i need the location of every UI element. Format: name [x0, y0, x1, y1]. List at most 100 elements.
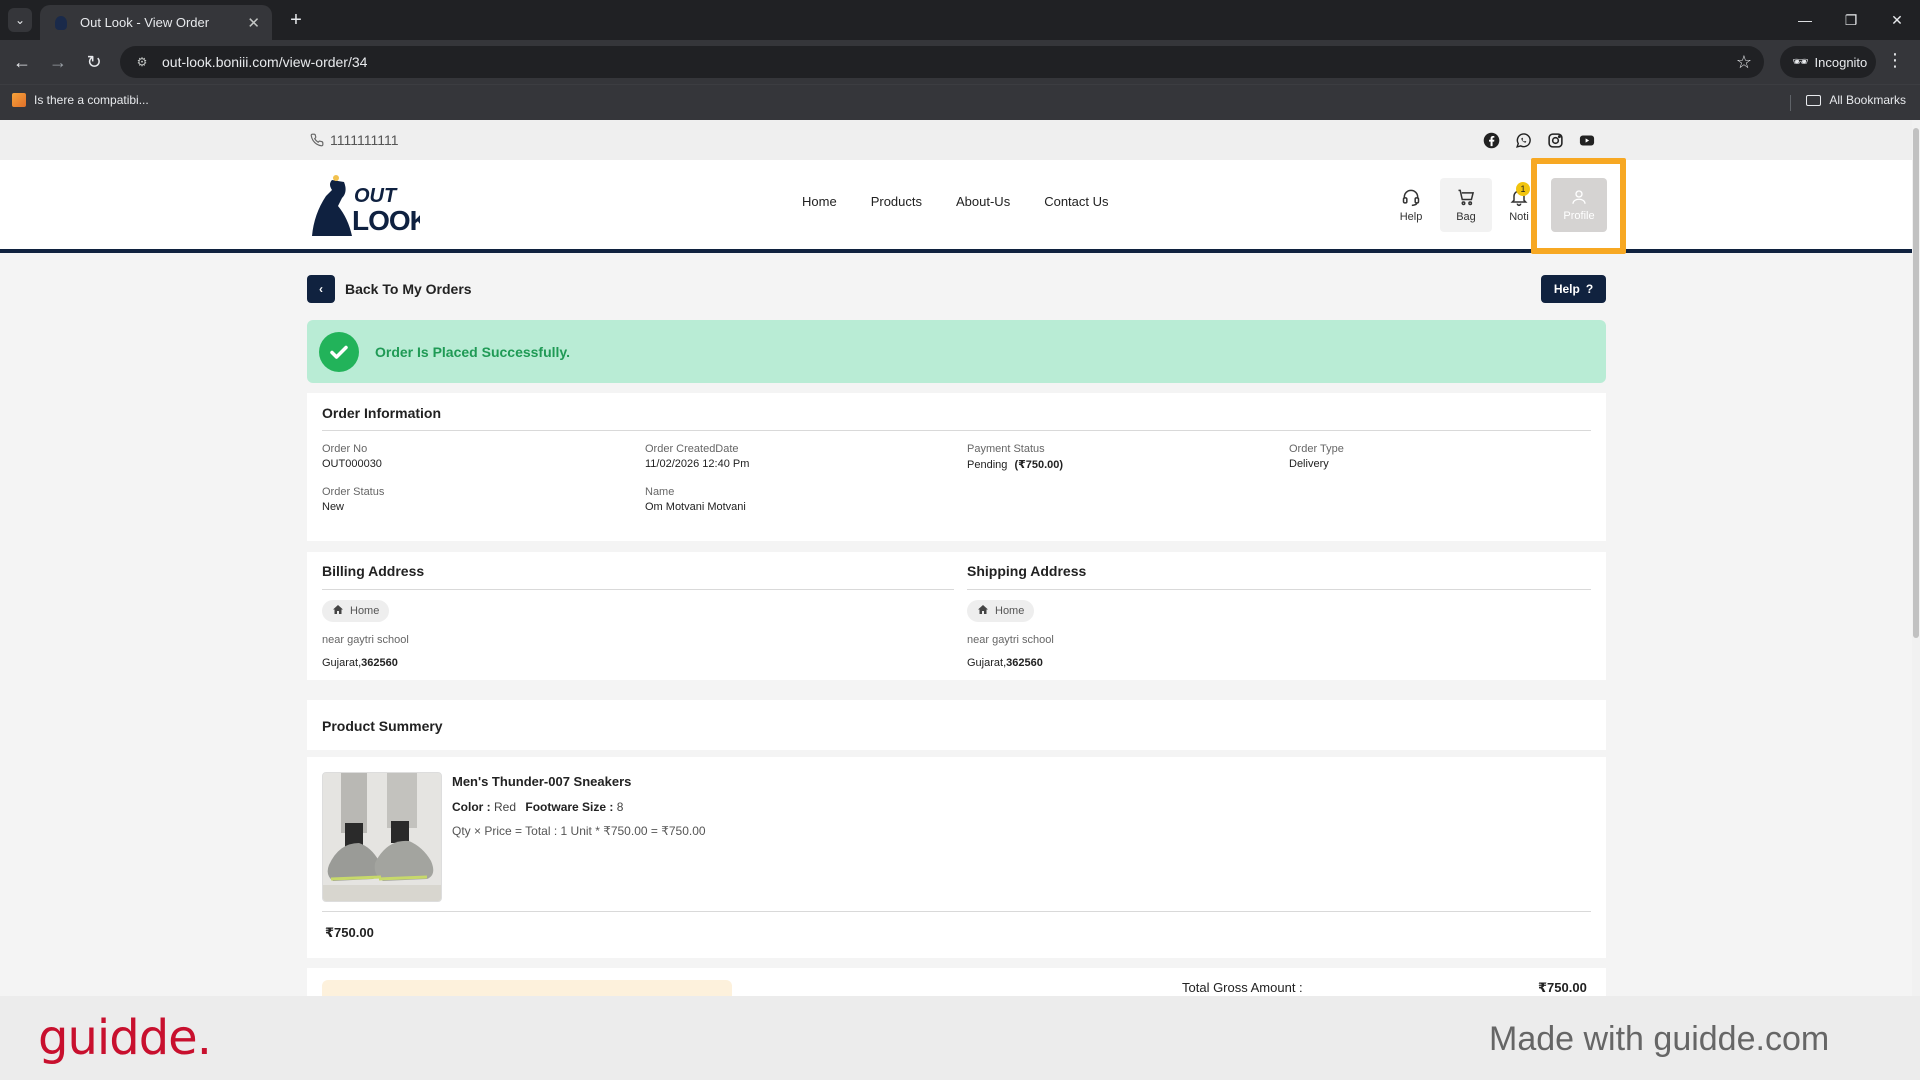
restore-button[interactable]: ❐ [1828, 0, 1874, 40]
field-value: OUT000030 [322, 458, 382, 470]
billing-pincode: 362560 [361, 657, 398, 669]
payment-status-field: Payment Status Pending (₹750.00) [967, 443, 1063, 471]
header-help-button[interactable]: Help [1385, 178, 1437, 232]
site-info-icon[interactable]: ⚙ [134, 54, 150, 70]
site-logo[interactable]: OUT LOOK [310, 172, 431, 240]
phone-contact[interactable]: 1111111111 [310, 132, 399, 148]
success-message: Order Is Placed Successfully. [375, 343, 571, 360]
back-to-orders-label: Back To My Orders [345, 281, 472, 297]
payment-status-value: Pending [967, 459, 1008, 471]
order-help-label: Help [1553, 282, 1580, 296]
order-help-button[interactable]: Help ? [1541, 275, 1606, 303]
shipping-address-region: Gujarat,362560 [967, 657, 1043, 669]
bookmarks-bar: Is there a compatibi... All Bookmarks [0, 84, 1920, 120]
browser-tab[interactable]: Out Look - View Order ✕ [40, 5, 272, 40]
phone-number: 1111111111 [330, 132, 399, 148]
tab-search-button[interactable]: ⌄ [8, 8, 32, 32]
site-header: OUT LOOK Home Products About-Us Contact … [0, 160, 1912, 253]
youtube-icon[interactable] [1578, 131, 1596, 149]
scrollbar-thumb[interactable] [1913, 128, 1919, 638]
order-created-date-field: Order CreatedDate 11/02/2026 12:40 Pm [645, 443, 749, 470]
address-bar[interactable]: ⚙ out-look.boniii.com/view-order/34 ☆ [120, 46, 1764, 78]
home-icon [332, 604, 344, 618]
page-scrollbar[interactable] [1912, 120, 1920, 996]
check-circle-icon [319, 331, 359, 372]
main-navigation: Home Products About-Us Contact Us [802, 194, 1143, 209]
address-tag-label: Home [995, 605, 1025, 617]
size-value: 8 [616, 800, 624, 814]
field-value: Delivery [1289, 458, 1329, 470]
payment-amount: (₹750.00) [1014, 459, 1064, 471]
product-summary-title: Product Summery [322, 718, 443, 734]
whatsapp-icon[interactable] [1514, 131, 1532, 149]
facebook-icon[interactable] [1482, 131, 1500, 149]
contact-topbar: 1111111111 [0, 120, 1912, 160]
shipping-address-line: near gaytri school [967, 634, 1054, 646]
incognito-icon: 🕶 [1792, 54, 1809, 69]
chevron-left-icon[interactable]: ‹ [307, 275, 335, 303]
calc-label: Qty × Price = Total : [452, 824, 558, 838]
nav-products[interactable]: Products [871, 194, 922, 209]
order-information-card: Order Information Order No OUT000030 Ord… [307, 393, 1606, 541]
reload-icon[interactable]: ↻ [82, 50, 106, 74]
minimize-button[interactable]: — [1782, 0, 1828, 40]
order-type-field: Order Type Delivery [1289, 443, 1344, 470]
product-name[interactable]: Men's Thunder-007 Sneakers [452, 774, 631, 789]
header-profile-button[interactable]: Profile [1551, 178, 1607, 232]
incognito-label: Incognito [1814, 54, 1868, 70]
all-bookmarks-button[interactable]: All Bookmarks [1806, 93, 1906, 107]
field-value: 11/02/2026 12:40 Pm [645, 458, 750, 470]
bookmark-favicon-icon [12, 93, 26, 107]
browser-menu-icon[interactable]: ⋮ [1886, 50, 1904, 71]
bookmark-item[interactable]: Is there a compatibi... [12, 93, 149, 107]
guidde-footer: guidde. Made with guidde.com [0, 996, 1920, 1080]
new-tab-button[interactable]: + [284, 8, 308, 32]
back-arrow-icon[interactable]: ← [10, 50, 34, 74]
order-totals-card: Total Gross Amount : ₹750.00 [307, 968, 1606, 996]
forward-arrow-icon[interactable]: → [46, 50, 70, 74]
incognito-indicator[interactable]: 🕶 Incognito [1780, 46, 1876, 78]
tab-title: Out Look - View Order [80, 15, 210, 30]
headset-icon [1402, 189, 1420, 207]
billing-address-title: Billing Address [322, 563, 425, 579]
header-notifications-button[interactable]: 1 Noti [1494, 178, 1544, 232]
field-value: Om Motvani Motvani [645, 501, 746, 513]
size-label: Footware Size : [525, 800, 614, 814]
tab-close-icon[interactable]: ✕ [247, 14, 260, 32]
product-image[interactable] [322, 772, 442, 902]
header-bag-button[interactable]: Bag [1440, 178, 1492, 232]
all-bookmarks-label: All Bookmarks [1829, 93, 1906, 107]
order-success-banner: Order Is Placed Successfully. [307, 320, 1606, 383]
billing-address-region: Gujarat,362560 [322, 657, 398, 669]
color-label: Color : [452, 800, 491, 814]
page-viewport: 1111111111 OUT LOOK Home Products About-… [0, 120, 1920, 996]
header-help-label: Help [1399, 211, 1423, 223]
header-profile-label: Profile [1563, 210, 1595, 222]
nav-home[interactable]: Home [802, 194, 837, 209]
coupon-banner [322, 980, 732, 996]
close-window-button[interactable]: ✕ [1874, 0, 1920, 40]
shipping-pincode: 362560 [1006, 657, 1043, 669]
shipping-state: Gujarat, [967, 657, 1007, 669]
instagram-icon[interactable] [1546, 131, 1564, 149]
back-to-orders[interactable]: ‹ Back To My Orders [307, 275, 472, 303]
url-text[interactable]: out-look.boniii.com/view-order/34 [162, 54, 1764, 70]
nav-about-us[interactable]: About-Us [956, 194, 1010, 209]
phone-icon [310, 133, 324, 147]
field-value: New [322, 501, 345, 513]
question-icon: ? [1585, 282, 1594, 296]
billing-address-line: near gaytri school [322, 634, 409, 646]
field-label: Payment Status [967, 443, 1045, 455]
divider [967, 589, 1591, 590]
header-notifications-label: Noti [1509, 211, 1529, 223]
field-label: Order CreatedDate [645, 443, 739, 455]
nav-contact-us[interactable]: Contact Us [1044, 194, 1108, 209]
product-item-card: Men's Thunder-007 Sneakers Color : Red F… [307, 757, 1606, 958]
svg-text:OUT: OUT [354, 185, 398, 207]
bookmark-star-icon[interactable]: ☆ [1736, 52, 1752, 73]
header-bag-label: Bag [1456, 211, 1476, 223]
customer-name-field: Name Om Motvani Motvani [645, 486, 746, 513]
divider [322, 430, 1591, 431]
made-with-guidde: Made with guidde.com [1489, 1020, 1830, 1058]
field-value: Pending (₹750.00) [967, 458, 1063, 471]
